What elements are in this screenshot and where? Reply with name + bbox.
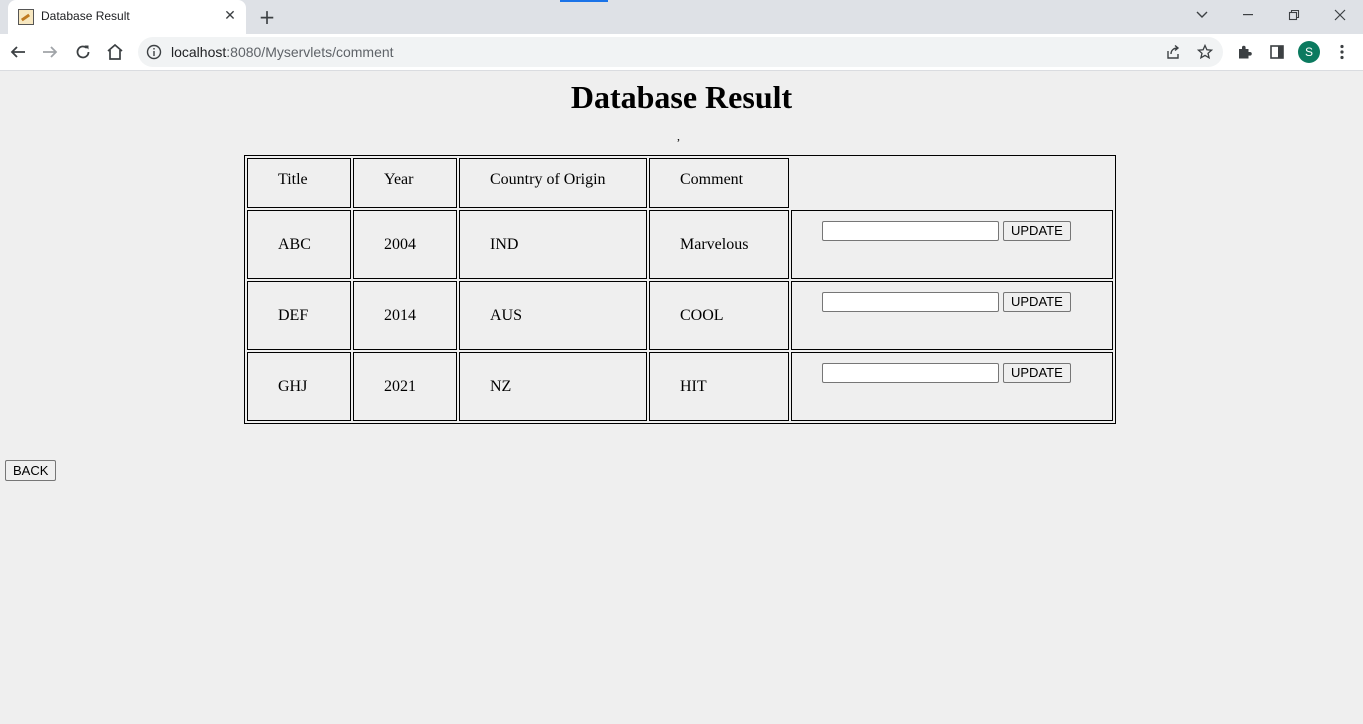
tab-close-icon[interactable]: ✕	[220, 6, 240, 26]
cell-action: UPDATE	[791, 352, 1113, 421]
comment-input[interactable]	[822, 363, 999, 383]
cell-country: AUS	[459, 281, 647, 350]
forward-arrow-icon[interactable]	[36, 38, 64, 66]
cell-country: NZ	[459, 352, 647, 421]
url-text[interactable]: localhost:8080/Myservlets/comment	[171, 44, 394, 60]
close-window-icon[interactable]	[1317, 0, 1363, 30]
table-row: DEF 2014 AUS COOL UPDATE	[247, 281, 1113, 350]
page-favicon-icon	[18, 9, 34, 25]
header-title: Title	[247, 158, 351, 208]
page-title: Database Result	[570, 79, 793, 115]
extensions-icon[interactable]	[1231, 38, 1259, 66]
table-row: GHJ 2021 NZ HIT UPDATE	[247, 352, 1113, 421]
menu-icon[interactable]	[1328, 38, 1356, 66]
side-panel-icon[interactable]	[1263, 38, 1291, 66]
update-button[interactable]: UPDATE	[1003, 363, 1071, 383]
table-row: ABC 2004 IND Marvelous UPDATE	[247, 210, 1113, 279]
new-tab-button[interactable]: +	[255, 5, 279, 29]
header-empty	[791, 158, 1113, 208]
update-button[interactable]: UPDATE	[1003, 221, 1071, 241]
cell-title: ABC	[247, 210, 351, 279]
browser-tab[interactable]: Database Result ✕	[8, 0, 246, 34]
reload-icon[interactable]	[69, 38, 97, 66]
stray-text: ,	[677, 129, 680, 143]
tab-search-icon[interactable]	[1179, 0, 1225, 30]
header-year: Year	[353, 158, 457, 208]
cell-action: UPDATE	[791, 210, 1113, 279]
share-icon[interactable]	[1159, 38, 1187, 66]
site-info-icon[interactable]	[146, 44, 162, 60]
cell-title: DEF	[247, 281, 351, 350]
cell-comment: HIT	[649, 352, 789, 421]
home-icon[interactable]	[101, 38, 129, 66]
restore-icon[interactable]	[1271, 0, 1317, 30]
minimize-icon[interactable]	[1225, 0, 1271, 30]
url-path: :8080/Myservlets/comment	[226, 44, 394, 60]
table-header-row: Title Year Country of Origin Comment	[247, 158, 1113, 208]
profile-avatar[interactable]: S	[1298, 41, 1320, 63]
update-button[interactable]: UPDATE	[1003, 292, 1071, 312]
tab-strip: Database Result ✕ +	[0, 0, 1363, 34]
cell-title: GHJ	[247, 352, 351, 421]
header-country: Country of Origin	[459, 158, 647, 208]
cell-year: 2004	[353, 210, 457, 279]
cell-year: 2021	[353, 352, 457, 421]
cell-comment: COOL	[649, 281, 789, 350]
cell-year: 2014	[353, 281, 457, 350]
cell-action: UPDATE	[791, 281, 1113, 350]
url-host: localhost	[171, 44, 227, 60]
page-content: Database Result , Title Year Country of …	[0, 71, 1363, 724]
cell-comment: Marvelous	[649, 210, 789, 279]
back-button[interactable]: BACK	[5, 460, 57, 481]
address-bar[interactable]: localhost:8080/Myservlets/comment	[138, 37, 1223, 67]
tab-title: Database Result	[41, 9, 130, 23]
browser-toolbar: localhost:8080/Myservlets/comment S	[0, 34, 1363, 71]
comment-input[interactable]	[822, 221, 999, 241]
results-table: Title Year Country of Origin Comment ABC…	[244, 155, 1116, 424]
cell-country: IND	[459, 210, 647, 279]
comment-input[interactable]	[822, 292, 999, 312]
back-arrow-icon[interactable]	[4, 38, 32, 66]
header-comment: Comment	[649, 158, 789, 208]
bookmark-star-icon[interactable]	[1191, 38, 1219, 66]
loading-indicator	[560, 0, 608, 2]
